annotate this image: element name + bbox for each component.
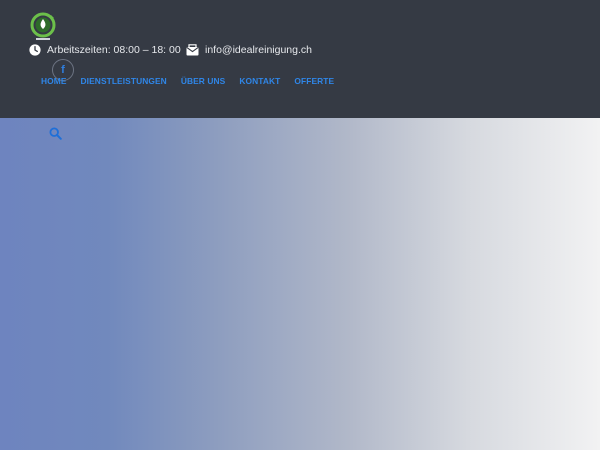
hero-banner <box>0 118 600 450</box>
site-header: Arbeitszeiten: 08:00 – 18: 00 info@ideal… <box>0 0 600 118</box>
email-contact[interactable]: info@idealreinigung.ch <box>186 43 312 57</box>
working-hours: Arbeitszeiten: 08:00 – 18: 00 <box>29 43 181 57</box>
nav-item-kontakt[interactable]: KONTAKT <box>239 75 280 87</box>
nav-item-dienstleistungen[interactable]: DIENSTLEISTUNGEN <box>81 75 167 87</box>
working-hours-text: Arbeitszeiten: 08:00 – 18: 00 <box>47 44 181 56</box>
clock-icon <box>29 44 41 56</box>
mail-icon <box>186 44 199 56</box>
search-icon[interactable] <box>49 127 62 140</box>
nav-item-offerte[interactable]: OFFERTE <box>294 75 334 87</box>
nav-item-home[interactable]: HOME <box>41 75 67 87</box>
nav-item-ueber-uns[interactable]: ÜBER UNS <box>181 75 226 87</box>
email-link[interactable]: info@idealreinigung.ch <box>205 43 312 57</box>
logo-icon[interactable] <box>29 12 57 42</box>
main-navigation: HOME DIENSTLEISTUNGEN ÜBER UNS KONTAKT O… <box>41 75 334 87</box>
